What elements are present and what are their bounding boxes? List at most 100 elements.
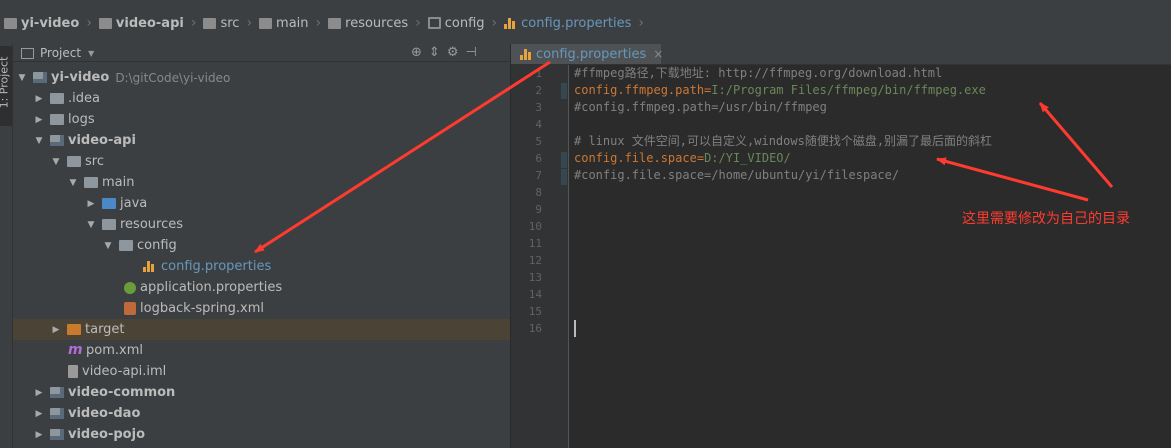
tree-item-config-properties[interactable]: config.properties [13, 256, 510, 277]
property-value: D:/YI_VIDEO/ [704, 151, 791, 165]
iml-file-icon [68, 365, 78, 378]
collapse-arrow-icon[interactable]: ▶ [34, 115, 44, 125]
expand-arrow-icon[interactable]: ▼ [86, 220, 96, 230]
tree-item-label: src [85, 154, 104, 169]
tree-item-java[interactable]: ▶ java [13, 193, 510, 214]
chevron-right-icon: › [638, 15, 645, 31]
tree-item-config[interactable]: ▼ config [13, 235, 510, 256]
equals-sign: = [696, 151, 705, 165]
project-toolwindow-button[interactable]: 1: Project [0, 46, 12, 126]
project-view-icon [21, 47, 34, 59]
close-icon[interactable]: × [653, 47, 663, 61]
tab-label: config.properties [536, 46, 647, 62]
line-number: 5 [535, 135, 542, 148]
tree-item-label: video-pojo [68, 427, 146, 442]
tree-item-video-dao[interactable]: ▶ video-dao [13, 403, 510, 424]
folder-icon [67, 156, 81, 167]
expand-arrow-icon[interactable]: ▼ [51, 157, 61, 167]
tree-item-pom-xml[interactable]: m pom.xml [13, 340, 510, 361]
collapse-arrow-icon[interactable]: ▶ [34, 388, 44, 398]
breadcrumb-item-video-api[interactable]: video-api › [98, 13, 204, 33]
line-number: 14 [528, 288, 542, 301]
breadcrumb-label: yi-video [21, 15, 80, 31]
module-icon [33, 72, 47, 83]
collapse-arrow-icon[interactable]: ▶ [34, 409, 44, 419]
module-icon [50, 387, 64, 398]
breadcrumb-item-config-properties[interactable]: config.properties › [504, 13, 651, 33]
chevron-right-icon: › [415, 15, 421, 31]
tree-item-idea[interactable]: ▶ .idea [13, 88, 510, 109]
collapse-arrow-icon[interactable]: ▶ [86, 199, 96, 209]
locate-icon[interactable]: ⊕ [411, 45, 422, 60]
line-number: 9 [535, 203, 542, 216]
tree-item-video-api[interactable]: ▼ video-api [13, 130, 510, 151]
line-number: 2 [535, 84, 542, 97]
line-number: 12 [528, 254, 542, 267]
collapse-arrow-icon[interactable]: ▶ [51, 325, 61, 335]
folder-icon [50, 114, 64, 125]
chevron-right-icon: › [491, 15, 498, 31]
breadcrumb-label: config [444, 15, 485, 31]
tree-item-video-api-iml[interactable]: video-api.iml [13, 361, 510, 382]
tree-item-video-pojo[interactable]: ▶ video-pojo [13, 424, 510, 445]
tree-item-label: java [120, 196, 148, 211]
code-editor[interactable]: #ffmpeg路径,下载地址: http://ffmpeg.org/downlo… [569, 65, 1171, 448]
tree-item-src[interactable]: ▼ src [13, 151, 510, 172]
tree-item-resources[interactable]: ▼ resources [13, 214, 510, 235]
tree-item-main[interactable]: ▼ main [13, 172, 510, 193]
tree-item-video-common[interactable]: ▶ video-common [13, 382, 510, 403]
module-icon [50, 429, 64, 440]
resources-folder-icon [328, 17, 342, 29]
tree-item-yi-video[interactable]: ▼ yi-video D:\gitCode\yi-video [13, 67, 510, 88]
tree-item-logback-spring-xml[interactable]: logback-spring.xml [13, 298, 510, 319]
expand-arrow-icon[interactable]: ▼ [34, 136, 44, 146]
line-number: 4 [535, 118, 542, 131]
expand-arrow-icon[interactable]: ▼ [68, 178, 78, 188]
expand-arrow-icon[interactable]: ▼ [17, 73, 27, 83]
chevron-right-icon: › [246, 15, 253, 31]
module-icon [98, 17, 112, 29]
code-line-5: # linux 文件空间,可以自定义,windows随便找个磁盘,别漏了最后面的… [574, 134, 993, 148]
settings-gear-icon[interactable]: ⚙ [447, 45, 459, 60]
code-line-6: config.file.space=D:/YI_VIDEO/ [574, 150, 791, 167]
breadcrumb-item-main[interactable]: main › [259, 13, 328, 33]
breadcrumb-label: config.properties [521, 15, 632, 31]
folder-icon [203, 17, 217, 29]
breadcrumb-item-src[interactable]: src › [203, 13, 259, 33]
properties-file-icon [520, 48, 531, 60]
tree-item-label: config [137, 238, 177, 253]
properties-file-icon [504, 17, 517, 29]
module-icon [50, 408, 64, 419]
collapse-arrow-icon[interactable]: ▶ [34, 94, 44, 104]
line-number: 13 [528, 271, 542, 284]
left-toolwindow-strip: 1: Project [0, 44, 13, 448]
line-number: 8 [535, 186, 542, 199]
tab-config-properties[interactable]: config.properties × [511, 44, 663, 64]
resources-folder-icon [102, 219, 116, 230]
expand-arrow-icon[interactable]: ▼ [103, 241, 113, 251]
chevron-right-icon: › [86, 15, 92, 31]
project-view-selector[interactable]: Project ▼ [21, 46, 94, 60]
breadcrumb: yi-video › video-api › src › main › reso… [4, 13, 651, 33]
breadcrumb-item-yi-video[interactable]: yi-video › [4, 13, 99, 33]
source-folder-icon [102, 198, 116, 209]
excluded-folder-icon [67, 324, 81, 335]
tree-item-logs[interactable]: ▶ logs [13, 109, 510, 130]
tree-item-application-properties[interactable]: application.properties [13, 277, 510, 298]
annotation-text: 这里需要修改为自己的目录 [962, 211, 1130, 227]
package-icon [427, 17, 441, 29]
tree-item-label: main [102, 175, 135, 190]
line-number: 10 [528, 220, 542, 233]
breadcrumb-item-resources[interactable]: resources › [328, 13, 428, 33]
breadcrumb-item-config[interactable]: config › [427, 13, 504, 33]
tree-item-target[interactable]: ▶ target [13, 319, 510, 340]
module-icon [50, 135, 64, 146]
project-tree: ▼ yi-video D:\gitCode\yi-video ▶ .idea ▶… [13, 67, 510, 445]
collapse-all-icon[interactable]: ⇕ [429, 45, 440, 60]
hide-icon[interactable]: ⊣ [465, 45, 476, 60]
collapse-arrow-icon[interactable]: ▶ [34, 430, 44, 440]
project-panel-toolbar: ⊕ ⇕ ⚙ ⊣ [411, 45, 477, 60]
editor-tab-bar: config.properties × [511, 44, 1171, 65]
tree-item-label: resources [120, 217, 184, 232]
breadcrumb-label: resources [345, 15, 409, 31]
